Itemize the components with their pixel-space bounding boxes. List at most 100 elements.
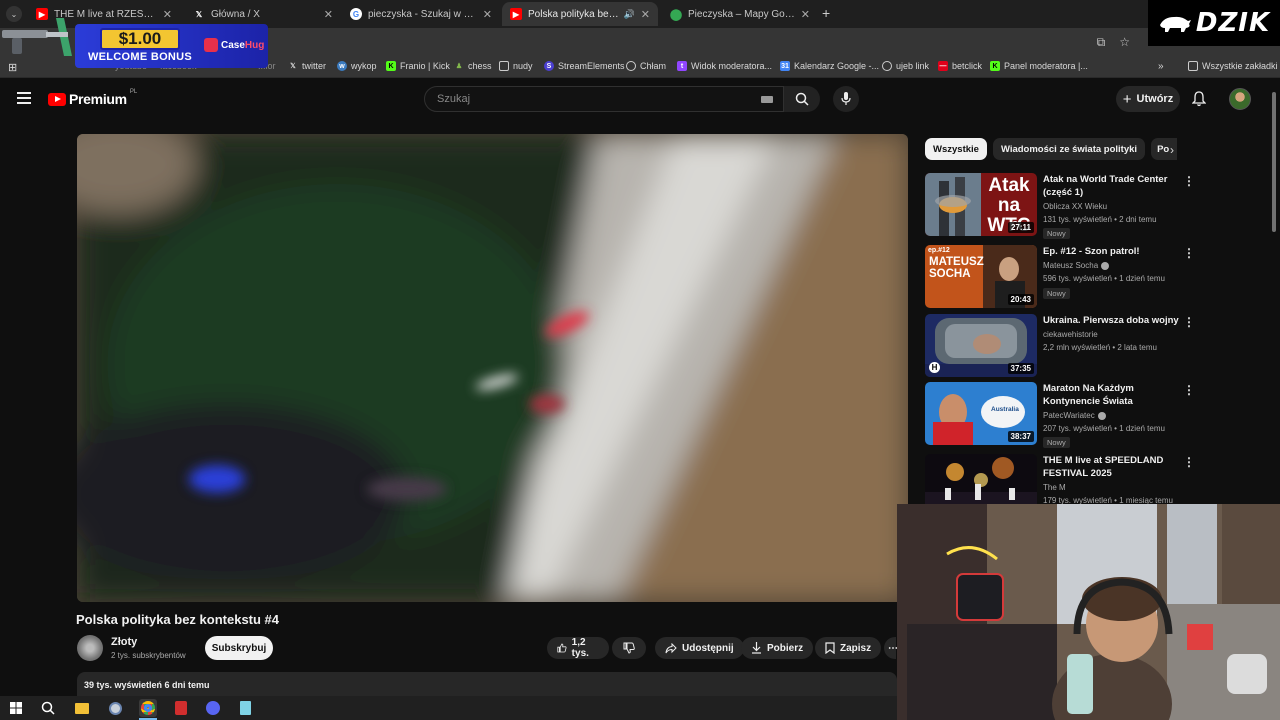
recommendation-channel[interactable]: Oblicza XX Wieku xyxy=(1043,202,1107,211)
ad-bonus-text: WELCOME BONUS xyxy=(87,51,193,63)
plus-icon: + xyxy=(1122,90,1132,108)
address-actions: ⧉ ☆ xyxy=(1097,35,1130,50)
create-label: Utwórz xyxy=(1136,93,1174,105)
video-thumbnail[interactable]: Australia 38:37 xyxy=(925,382,1037,445)
bookmark-widok-moderatora[interactable]: t Widok moderatora... xyxy=(677,61,772,71)
channel-label: PatecWariatec xyxy=(1043,411,1095,420)
chevron-right-icon[interactable]: › xyxy=(1170,143,1174,157)
tab-google-search[interactable]: G pieczyska - Szukaj w Google ✕ xyxy=(342,2,500,26)
tab-polska-polityka[interactable]: ▶ Polska polityka bez kontekstu 🔊 ✕ xyxy=(502,2,658,26)
bookmark-twitter[interactable]: 𝕏twitter xyxy=(288,61,326,71)
dzik-brand-text: DZIK xyxy=(1195,8,1271,38)
recommendation-channel[interactable]: The M xyxy=(1043,483,1066,492)
bookmark-streamelements[interactable]: S StreamElements xyxy=(544,61,625,71)
recommendation-item[interactable]: THE M live at SPEEDLAND FESTIVAL 2025 Th… xyxy=(925,454,1270,504)
video-thumbnail[interactable] xyxy=(925,454,1037,504)
chip-all[interactable]: Wszystkie xyxy=(925,138,987,160)
microphone-icon xyxy=(841,92,851,105)
media-app-icon[interactable] xyxy=(172,699,190,717)
dislike-button[interactable] xyxy=(612,637,646,659)
bookmark-label: Widok moderatora... xyxy=(691,61,773,71)
filter-chips: Wszystkie Wiadomości ze świata polityki … xyxy=(925,138,1178,160)
new-tab-button[interactable]: + xyxy=(822,5,830,21)
bookmark-nudy[interactable]: nudy xyxy=(499,61,533,71)
page-scrollbar[interactable] xyxy=(1272,92,1276,232)
video-thumbnail[interactable]: ep.#12 MATEUSZ SOCHA 20:43 xyxy=(925,245,1037,308)
recommendation-title[interactable]: Maraton Na Każdym Kontynencie Świata xyxy=(1043,382,1183,408)
video-thumbnail[interactable]: Atak na WTC Cz 27:11 xyxy=(925,173,1037,236)
close-icon[interactable]: ✕ xyxy=(641,8,650,21)
recommendation-title[interactable]: THE M live at SPEEDLAND FESTIVAL 2025 xyxy=(1043,454,1183,480)
casehug-ad-overlay[interactable]: $1.00 WELCOME BONUS Case Hug xyxy=(0,0,268,74)
omnibox[interactable] xyxy=(270,31,1100,53)
tab-label: Polska polityka bez kontekstu xyxy=(528,8,620,20)
recommendation-item[interactable]: Australia 38:37 Maraton Na Każdym Kontyn… xyxy=(925,382,1270,448)
streamer-webcam xyxy=(897,504,1280,720)
like-button[interactable]: 1,2 tys. xyxy=(547,637,609,659)
more-vert-icon[interactable]: ⋮ xyxy=(1183,315,1195,329)
tab-google-maps[interactable]: ⬤ Pieczyska – Mapy Google ✕ xyxy=(662,2,818,26)
bookmark-panel-moderatora[interactable]: K Panel moderatora |... xyxy=(990,61,1088,71)
chrome-icon[interactable] xyxy=(139,699,157,717)
more-vert-icon[interactable]: ⋮ xyxy=(1183,455,1195,469)
video-player[interactable] xyxy=(77,134,908,602)
recommendation-channel[interactable]: PatecWariatec xyxy=(1043,411,1106,420)
tab-label: Pieczyska – Mapy Google xyxy=(688,8,795,20)
menu-icon[interactable] xyxy=(17,92,31,104)
account-avatar[interactable] xyxy=(1229,88,1251,110)
recommendation-title[interactable]: Ukraina. Pierwsza doba wojny xyxy=(1043,314,1183,327)
bookmark-kalendarz[interactable]: 31 Kalendarz Google -... xyxy=(780,61,879,71)
recommendation-title[interactable]: Atak na World Trade Center (część 1) xyxy=(1043,173,1183,199)
youtube-premium-logo[interactable]: Premium PL xyxy=(48,89,137,107)
channel-avatar[interactable] xyxy=(77,635,103,661)
bookmark-chess[interactable]: ♟ chess xyxy=(454,61,492,71)
search-button[interactable] xyxy=(784,86,820,112)
recommendation-item[interactable]: H 37:35 Ukraina. Pierwsza doba wojny cie… xyxy=(925,314,1270,378)
knife-gun-graphic xyxy=(2,18,72,56)
bookmark-ujeb-link[interactable]: ujeb link xyxy=(882,61,929,71)
windows-start-icon[interactable] xyxy=(7,699,25,717)
voice-search-button[interactable] xyxy=(833,86,859,112)
recommendation-item[interactable]: ep.#12 MATEUSZ SOCHA 20:43 Ep. #12 - Szo… xyxy=(925,245,1270,309)
recommendation-channel[interactable]: ciekawehistorie xyxy=(1043,330,1098,339)
chip-politics-news[interactable]: Wiadomości ze świata polityki xyxy=(992,138,1146,160)
more-vert-icon[interactable]: ⋮ xyxy=(1183,383,1195,397)
notepad-icon[interactable] xyxy=(236,699,254,717)
create-button[interactable]: + Utwórz xyxy=(1116,86,1180,112)
file-explorer-icon[interactable] xyxy=(73,699,91,717)
close-icon[interactable]: ✕ xyxy=(483,8,492,21)
more-actions-button[interactable]: ⋯ xyxy=(884,637,898,659)
bookmark-wykop[interactable]: w wykop xyxy=(337,61,377,71)
recommendation-channel[interactable]: Mateusz Socha xyxy=(1043,261,1110,270)
keyboard-icon[interactable] xyxy=(761,96,773,103)
notifications-button[interactable] xyxy=(1191,91,1207,112)
channel-name[interactable]: Złoty xyxy=(111,636,137,648)
bookmark-star-icon[interactable]: ☆ xyxy=(1119,35,1130,50)
bookmark-chlam[interactable]: Chłam xyxy=(626,61,666,71)
bookmark-franio-kick[interactable]: K Franio | Kick xyxy=(386,61,450,71)
more-vert-icon[interactable]: ⋮ xyxy=(1183,174,1195,188)
subscribe-button[interactable]: Subskrybuj xyxy=(205,636,273,660)
recommendation-title[interactable]: Ep. #12 - Szon patrol! xyxy=(1043,245,1183,258)
app-icon[interactable] xyxy=(106,699,124,717)
video-thumbnail[interactable]: H 37:35 xyxy=(925,314,1037,377)
discord-icon[interactable] xyxy=(204,699,222,717)
download-button[interactable]: Pobierz xyxy=(741,637,814,659)
logo-text: Premium xyxy=(69,91,127,107)
close-icon[interactable]: ✕ xyxy=(324,8,333,21)
close-icon[interactable]: ✕ xyxy=(801,8,810,21)
search-icon[interactable] xyxy=(39,699,57,717)
thumbnail-caption: MATEUSZ SOCHA xyxy=(929,256,984,280)
recommendation-item[interactable]: Atak na WTC Cz 27:11 Atak na World Trade… xyxy=(925,173,1270,239)
more-bookmarks-icon[interactable]: » xyxy=(1158,61,1164,72)
save-button[interactable]: Zapisz xyxy=(815,637,882,659)
share-button[interactable]: Udostępnij xyxy=(655,637,744,659)
search-input[interactable] xyxy=(425,87,745,111)
install-app-icon[interactable]: ⧉ xyxy=(1097,35,1106,50)
all-bookmarks-folder[interactable]: Wszystkie zakładki xyxy=(1188,61,1278,71)
speaker-icon[interactable]: 🔊 xyxy=(624,9,635,20)
bookmark-betclick[interactable]: — betclick xyxy=(938,61,982,71)
channel-logo-icon: H xyxy=(929,362,940,373)
more-vert-icon[interactable]: ⋮ xyxy=(1183,246,1195,260)
magnifier-icon xyxy=(41,701,55,715)
